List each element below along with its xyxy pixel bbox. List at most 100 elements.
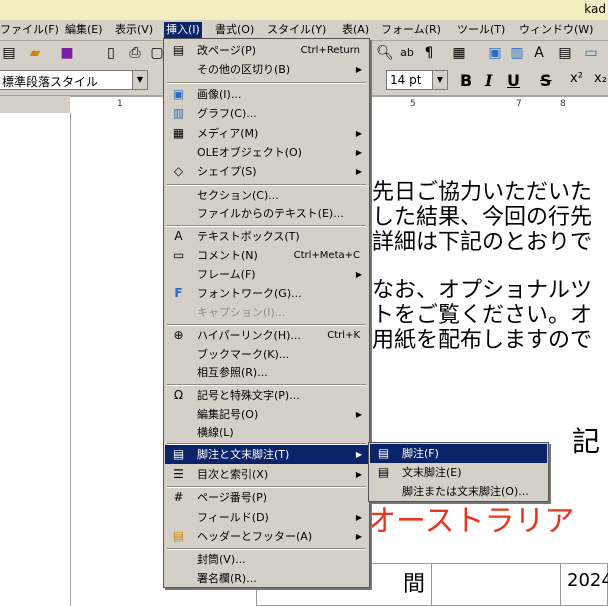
menu-item-header-footer[interactable]: ▤ ヘッダーとフッター(A) ▶: [165, 527, 368, 546]
menu-item-textbox[interactable]: A テキストボックス(T): [165, 227, 368, 246]
menu-edit[interactable]: 編集(E): [65, 22, 103, 38]
menu-item-label: グラフ(C)...: [197, 107, 257, 120]
menu-item-bookmark[interactable]: ブックマーク(K)...: [165, 345, 368, 364]
menu-item-hyperlink[interactable]: ⊕ ハイパーリンク(H)... Ctrl+K: [165, 326, 368, 345]
menu-item-ole-object[interactable]: OLEオブジェクト(O) ▶: [165, 143, 368, 162]
menu-tools[interactable]: ツール(T): [457, 22, 505, 38]
menu-item-label: 脚注(F): [402, 447, 439, 460]
table-cell[interactable]: 2024: [560, 563, 608, 606]
menu-window[interactable]: ウィンドウ(W): [519, 22, 593, 38]
submenu-arrow-icon: ▶: [355, 167, 362, 176]
menu-item-page-number[interactable]: # ページ番号(P): [165, 488, 368, 507]
page-margin: [0, 113, 71, 606]
font-size-select[interactable]: 14 pt ▼: [386, 70, 448, 90]
submenu-arrow-icon: ▶: [355, 513, 362, 522]
print-icon[interactable]: ⎙: [126, 44, 144, 62]
bold-button[interactable]: B: [460, 71, 472, 90]
menu-item-label: 画像(I)...: [197, 88, 242, 101]
menu-item-shape[interactable]: ◇ シェイプ(S) ▶: [165, 162, 368, 181]
superscript-button[interactable]: x²: [570, 71, 583, 86]
new-document-icon[interactable]: ▤: [0, 44, 18, 62]
menu-item-label: 脚注または文末脚注(O)...: [402, 485, 529, 498]
menu-item-label: 封筒(V)...: [197, 553, 246, 566]
doc-red-text[interactable]: オーストラリア: [366, 496, 575, 540]
submenu-item-endnote[interactable]: ▤ 文末脚注(E): [370, 463, 547, 482]
menu-item-signature-line[interactable]: 署名欄(R)...: [165, 569, 368, 588]
menu-format[interactable]: 書式(O): [215, 22, 254, 38]
spellcheck-icon[interactable]: ab: [398, 44, 416, 62]
paragraph-style-select[interactable]: 標準段落スタイル ▼: [0, 70, 148, 90]
menu-item-toc-index[interactable]: ☰ 目次と索引(X) ▶: [165, 465, 368, 484]
menu-item-footnote-endnote[interactable]: ▤ 脚注と文末脚注(T) ▶: [165, 445, 368, 464]
insert-image-icon[interactable]: ▣: [486, 44, 504, 62]
menu-item-envelope[interactable]: 封筒(V)...: [165, 550, 368, 569]
doc-line[interactable]: 用紙を配布しますので: [372, 322, 592, 354]
menu-item-media[interactable]: ▦ メディア(M) ▶: [165, 124, 368, 143]
menu-item-comment[interactable]: ▭ コメント(N) Ctrl+Meta+C: [165, 246, 368, 265]
menu-styles[interactable]: スタイル(Y): [267, 22, 326, 38]
menu-item-label: キャプション(I)...: [197, 306, 286, 319]
chevron-down-icon[interactable]: ▼: [132, 71, 147, 89]
menu-insert[interactable]: 挿入(I): [164, 22, 202, 38]
page-break-icon: ▤: [172, 43, 185, 57]
menu-form[interactable]: フォーム(R): [381, 22, 441, 38]
menu-item-label: ページ番号(P): [197, 491, 267, 504]
insert-comment-icon[interactable]: ▭: [582, 44, 600, 62]
menu-item-chart[interactable]: ▥ グラフ(C)...: [165, 104, 368, 123]
insert-table-icon[interactable]: ▦: [450, 44, 468, 62]
menu-file[interactable]: ファイル(F): [0, 22, 59, 38]
submenu-item-footnote[interactable]: ▤ 脚注(F): [370, 444, 547, 463]
find-replace-icon[interactable]: 🔍︎: [376, 44, 394, 62]
menu-item-section[interactable]: セクション(C)...: [165, 186, 368, 205]
page-number-icon: #: [173, 490, 184, 504]
menu-item-fontwork[interactable]: F フォントワーク(G)...: [165, 284, 368, 303]
insert-footnote-icon[interactable]: ▤: [556, 44, 574, 62]
table-cell-text: 2024: [567, 570, 608, 591]
table-cell[interactable]: [431, 563, 561, 606]
underline-button[interactable]: U: [507, 71, 520, 90]
menu-separator: [167, 82, 366, 84]
ruler-mark: 5: [410, 99, 416, 109]
italic-button[interactable]: I: [485, 71, 492, 90]
open-folder-icon[interactable]: ▰: [26, 44, 44, 62]
chevron-down-icon[interactable]: ▼: [432, 71, 447, 89]
table-cell-text: 間: [402, 572, 425, 597]
menu-item-label: フレーム(F): [197, 268, 256, 281]
insert-textbox-icon[interactable]: A: [530, 44, 548, 62]
menu-view[interactable]: 表示(V): [115, 22, 153, 38]
menu-item-label: コメント(N): [197, 249, 258, 262]
menu-item-special-character[interactable]: Ω 記号と特殊文字(P)...: [165, 386, 368, 405]
toc-icon: ☰: [173, 467, 184, 481]
menu-item-frame[interactable]: フレーム(F) ▶: [165, 265, 368, 284]
insert-chart-icon[interactable]: ▥: [508, 44, 526, 62]
submenu-arrow-icon: ▶: [355, 450, 362, 459]
subscript-button[interactable]: x₂: [594, 71, 607, 86]
image-icon: ▣: [172, 87, 185, 101]
menu-item-field[interactable]: フィールド(D) ▶: [165, 508, 368, 527]
strikethrough-button[interactable]: S: [540, 71, 552, 90]
submenu-item-footnote-or-endnote[interactable]: 脚注または文末脚注(O)...: [370, 482, 547, 501]
menu-item-label: テキストボックス(T): [197, 230, 300, 243]
menu-item-label: 相互参照(R)...: [197, 366, 268, 379]
menu-item-formatting-mark[interactable]: 編集記号(O) ▶: [165, 405, 368, 424]
menu-item-horizontal-line[interactable]: 横線(L): [165, 423, 368, 442]
menu-item-label: ブックマーク(K)...: [197, 348, 290, 361]
doc-heading[interactable]: 記: [572, 420, 600, 460]
menu-item-page-break[interactable]: ▤ 改ページ(P) Ctrl+Return: [165, 41, 368, 60]
save-icon[interactable]: ■: [58, 44, 76, 62]
menu-item-image[interactable]: ▣ 画像(I)...: [165, 85, 368, 104]
fontwork-icon: F: [174, 286, 183, 300]
ruler-mark: 1: [117, 99, 123, 109]
export-pdf-icon[interactable]: ▯: [102, 44, 120, 62]
formatting-marks-icon[interactable]: ¶: [420, 44, 438, 62]
menu-table[interactable]: 表(A): [342, 22, 369, 38]
menu-item-label: 目次と索引(X): [197, 468, 269, 481]
menu-item-more-breaks[interactable]: その他の区切り(B) ▶: [165, 60, 368, 79]
menu-item-label: 文末脚注(E): [402, 466, 462, 479]
menu-item-cross-reference[interactable]: 相互参照(R)...: [165, 363, 368, 382]
menu-item-text-from-file[interactable]: ファイルからのテキスト(E)...: [165, 204, 368, 223]
doc-line[interactable]: 詳細は下記のとおりで: [372, 224, 592, 256]
submenu-arrow-icon: ▶: [355, 470, 362, 479]
submenu-arrow-icon: ▶: [355, 532, 362, 541]
menu-item-label: ファイルからのテキスト(E)...: [197, 207, 344, 220]
